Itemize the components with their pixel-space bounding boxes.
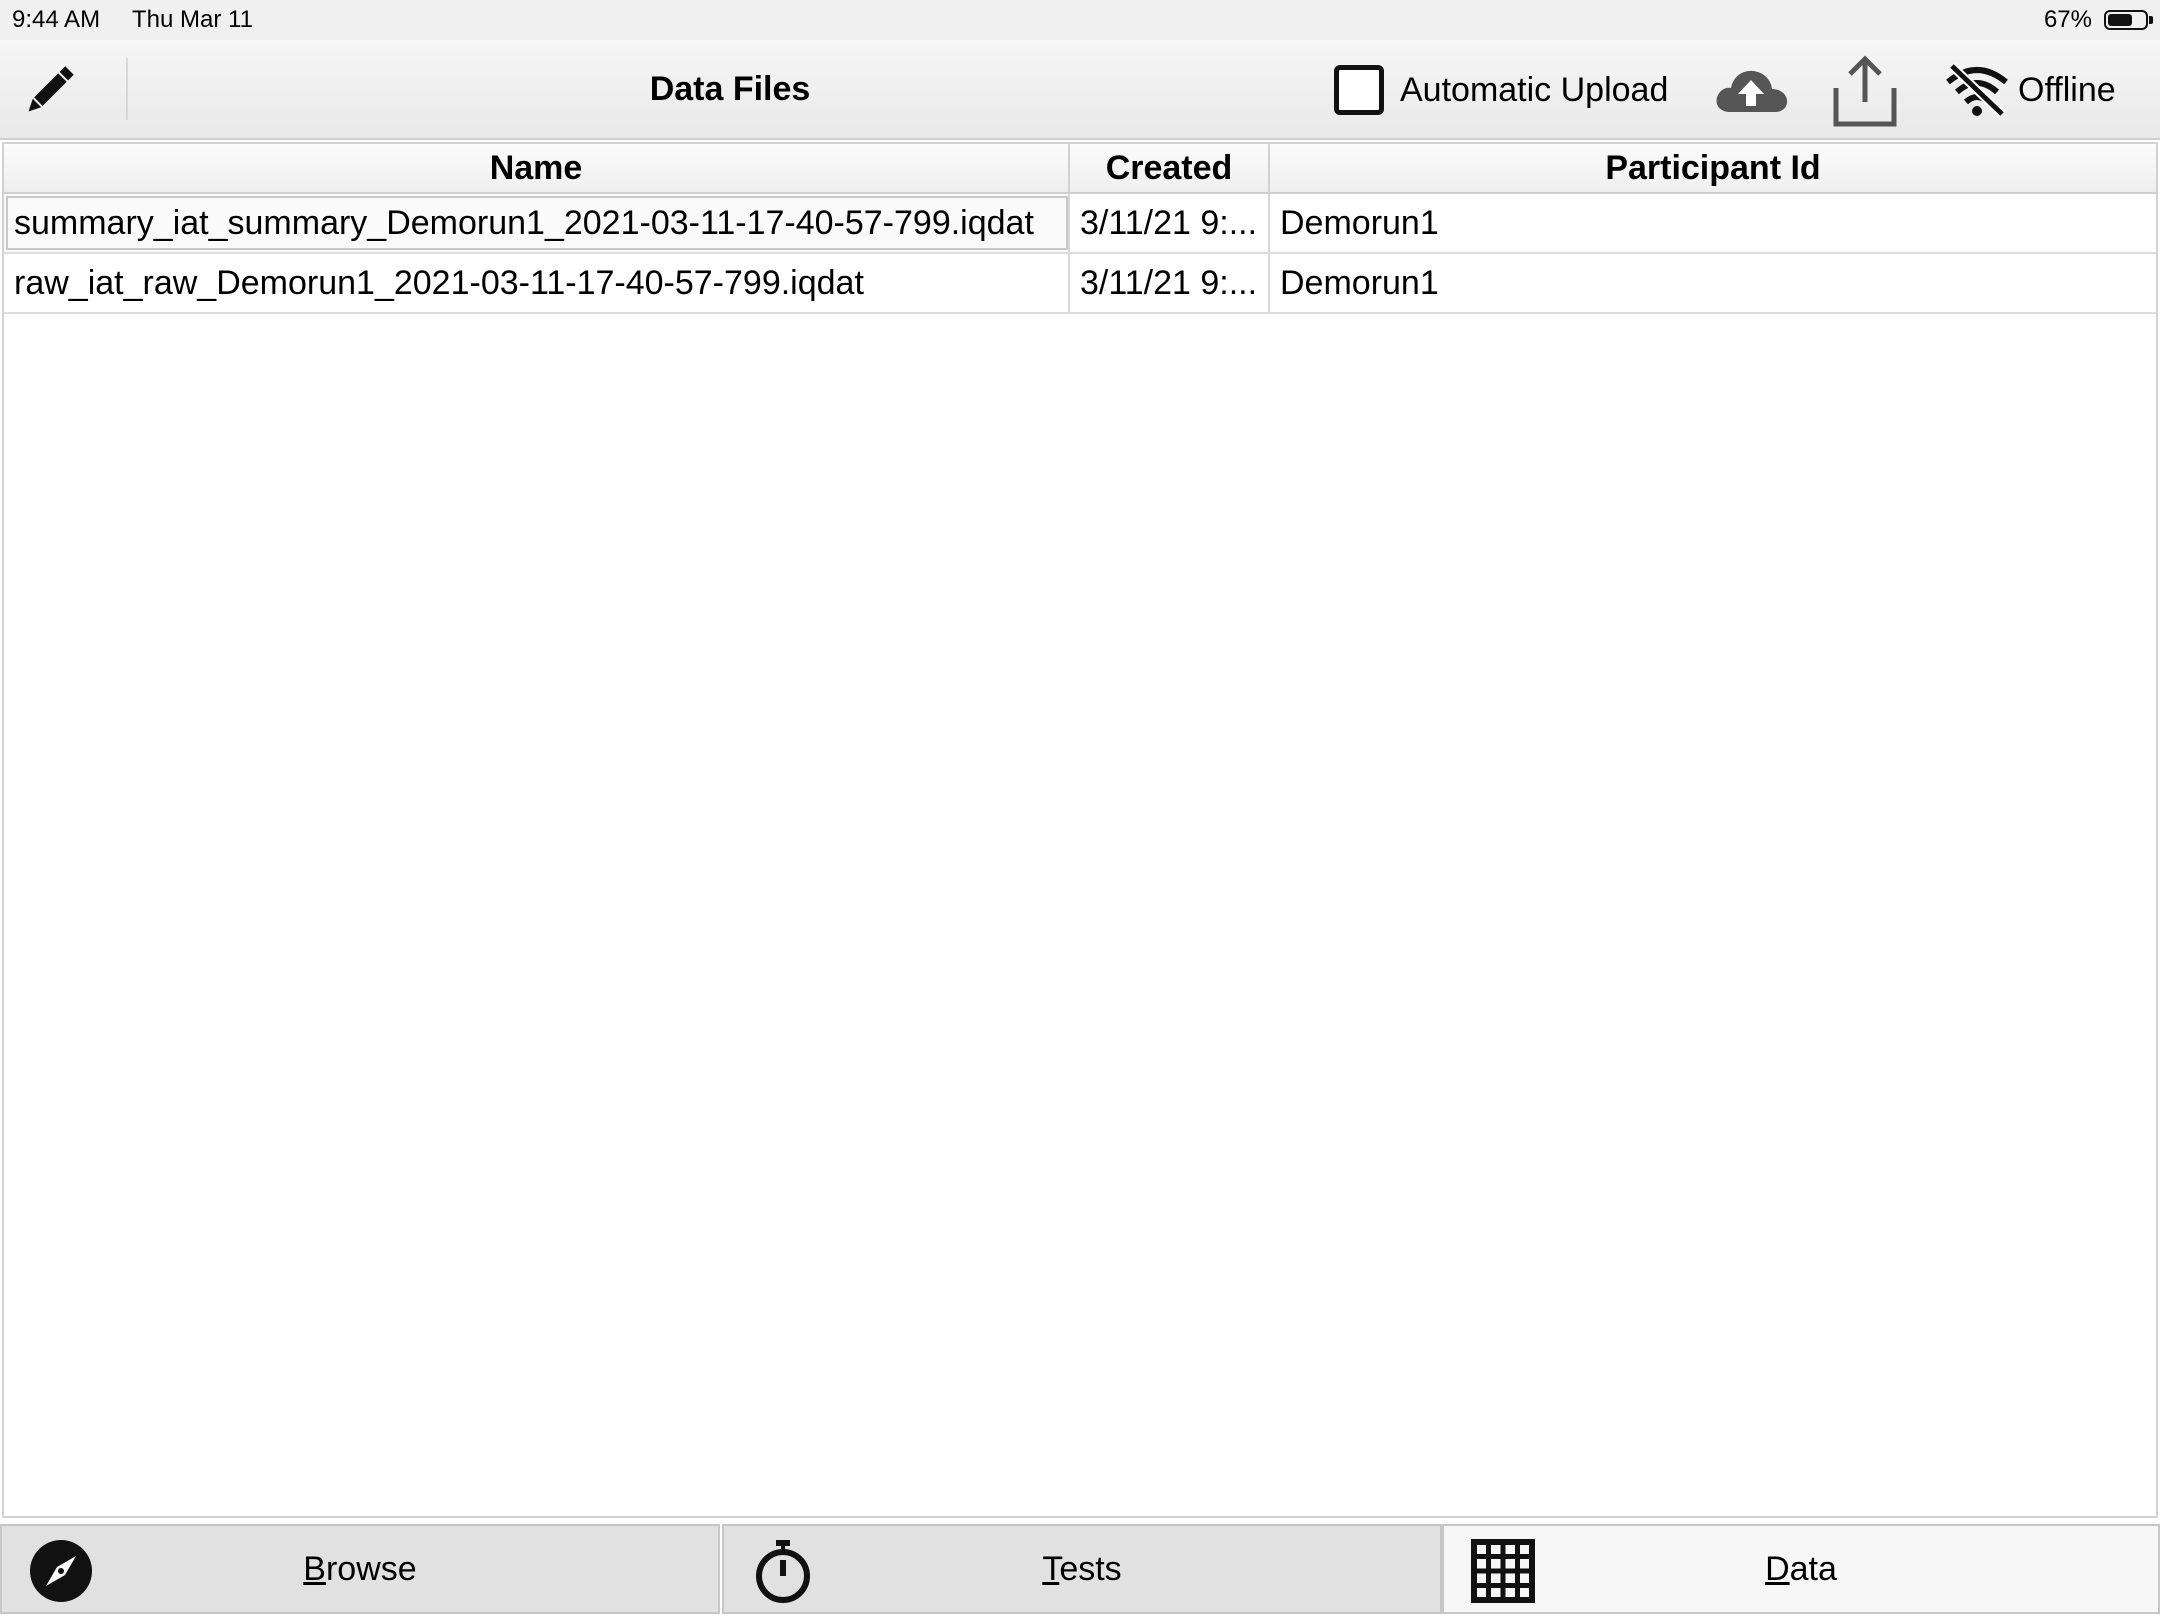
- status-time: 9:44 AM: [12, 6, 101, 33]
- column-header-participant-id[interactable]: Participant Id: [1270, 144, 2156, 192]
- cell-participant-id: Demorun1: [1280, 264, 1439, 302]
- edit-button[interactable]: [16, 58, 82, 124]
- cell-created: 3/11/21 9:...: [1070, 254, 1270, 312]
- toolbar: Data Files Automatic Upload Offline: [0, 40, 2160, 140]
- cell-name: summary_iat_summary_Demorun1_2021-03-11-…: [4, 194, 1070, 252]
- table-header: Name Created Participant Id: [4, 144, 2156, 194]
- battery-icon: [2104, 10, 2153, 30]
- page-title: Data Files: [649, 70, 811, 108]
- toolbar-divider: [126, 58, 128, 120]
- upload-button[interactable]: [1712, 62, 1790, 118]
- tab-bar: Browse Tests Data: [0, 1522, 2160, 1620]
- tab-data-label: Data: [1765, 1550, 1837, 1588]
- battery-percentage: 67%: [2043, 6, 2092, 33]
- column-header-created[interactable]: Created: [1070, 144, 1270, 192]
- share-icon: [1833, 55, 1897, 127]
- tab-browse-label: Browse: [303, 1550, 417, 1588]
- automatic-upload-toggle[interactable]: Automatic Upload: [1334, 60, 1668, 120]
- column-header-name[interactable]: Name: [4, 144, 1070, 192]
- automatic-upload-checkbox[interactable]: [1334, 65, 1384, 115]
- tab-browse[interactable]: Browse: [0, 1524, 720, 1614]
- pencil-icon: [28, 66, 74, 112]
- offline-label: Offline: [2018, 70, 2116, 109]
- offline-status[interactable]: Offline: [1944, 60, 2116, 120]
- share-button[interactable]: [1826, 54, 1904, 128]
- data-files-table: Name Created Participant Id summary_iat_…: [2, 142, 2158, 1518]
- tab-tests[interactable]: Tests: [722, 1524, 1442, 1614]
- cloud-upload-icon: [1716, 70, 1788, 112]
- battery-fill: [2108, 14, 2133, 26]
- wifi-off-icon: [1946, 62, 2008, 118]
- tab-tests-label: Tests: [1042, 1550, 1122, 1588]
- table-row[interactable]: summary_iat_summary_Demorun1_2021-03-11-…: [4, 194, 2156, 254]
- cell-created: 3/11/21 9:...: [1070, 194, 1270, 252]
- cell-name: raw_iat_raw_Demorun1_2021-03-11-17-40-57…: [4, 254, 1070, 312]
- cell-participant-id: Demorun1: [1280, 204, 1439, 242]
- status-bar: 9:44 AM Thu Mar 11 67%: [0, 0, 2160, 40]
- table-row[interactable]: raw_iat_raw_Demorun1_2021-03-11-17-40-57…: [4, 254, 2156, 314]
- automatic-upload-label: Automatic Upload: [1400, 70, 1669, 109]
- tab-data[interactable]: Data: [1442, 1524, 2160, 1614]
- status-date: Thu Mar 11: [132, 6, 253, 33]
